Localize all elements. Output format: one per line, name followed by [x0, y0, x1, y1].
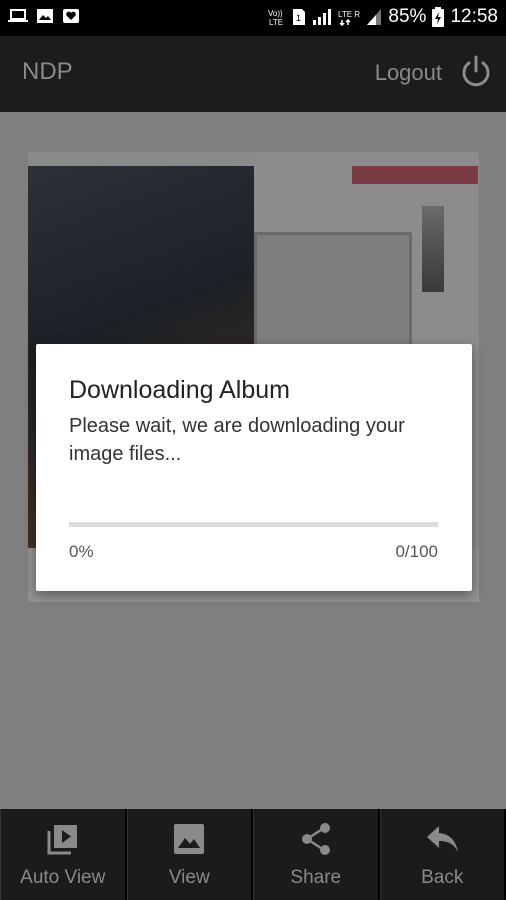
lte-icon: LTE R — [338, 10, 360, 26]
battery-icon — [432, 7, 445, 27]
auto-view-label: Auto View — [20, 867, 106, 888]
auto-view-icon — [47, 825, 77, 855]
decorative-strip — [422, 206, 444, 292]
logout-button[interactable]: Logout — [375, 60, 442, 86]
bottom-nav: Auto View View Share Back — [0, 809, 506, 900]
view-button[interactable]: View — [126, 809, 253, 900]
download-progress-bar — [69, 522, 438, 527]
status-bar: Vo)) LTE 1 LTE R 85% 12:58 — [0, 0, 506, 36]
app-title: NDP — [22, 58, 73, 85]
image-icon — [174, 824, 205, 854]
sim-icon: 1 — [293, 9, 306, 25]
auto-view-button[interactable]: Auto View — [0, 809, 127, 900]
app-bar: NDP Logout — [0, 36, 506, 112]
progress-count: 0/100 — [395, 542, 438, 561]
svg-text:LTE R: LTE R — [338, 10, 360, 19]
back-label: Back — [421, 867, 464, 888]
power-icon[interactable] — [458, 54, 494, 90]
share-button[interactable]: Share — [253, 809, 380, 900]
image-icon — [37, 9, 53, 23]
svg-text:Vo)): Vo)) — [268, 9, 283, 18]
heart-icon — [63, 9, 79, 23]
dialog-title: Downloading Album — [69, 376, 290, 404]
status-right: Vo)) LTE 1 LTE R 85% 12:58 — [268, 6, 498, 28]
svg-text:1: 1 — [296, 13, 301, 23]
view-label: View — [168, 867, 210, 888]
laptop-icon — [8, 9, 28, 22]
signal2-icon — [367, 9, 382, 25]
download-dialog: Downloading Album Please wait, we are do… — [36, 344, 472, 591]
signal-icon — [313, 9, 332, 25]
dialog-message: Please wait, we are downloading your ima… — [69, 415, 405, 465]
progress-percent: 0% — [69, 542, 94, 561]
battery-percent: 85% — [388, 6, 427, 27]
back-arrow-icon — [427, 826, 459, 852]
status-left-icons — [8, 8, 80, 24]
share-label: Share — [290, 867, 342, 888]
share-icon — [301, 823, 330, 855]
back-button[interactable]: Back — [379, 809, 506, 900]
volte-icon: Vo))LTE — [268, 9, 283, 27]
svg-text:LTE: LTE — [269, 18, 283, 27]
bride-portrait-frame — [254, 232, 412, 356]
album-banner — [352, 166, 478, 184]
clock: 12:58 — [450, 6, 498, 27]
